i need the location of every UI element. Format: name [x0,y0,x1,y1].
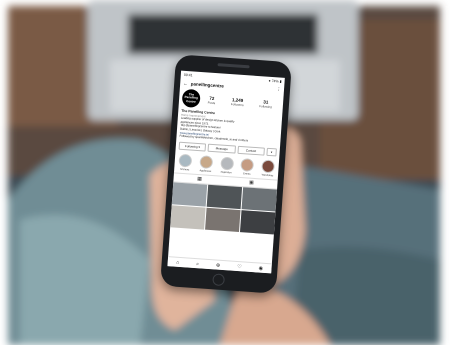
highlight-label: Kitchens [180,167,190,172]
speaker-grille [217,63,250,69]
stat-following[interactable]: 31 Following [259,99,272,109]
post-thumbnail[interactable] [171,182,208,207]
post-thumbnail[interactable] [239,209,276,235]
following-button[interactable]: Following ▾ [178,141,207,152]
highlight-events[interactable]: Events [239,157,255,176]
stat-label: Posts [207,100,216,105]
battery-icon: ● 74% ▮ [268,78,282,84]
post-thumbnail[interactable] [206,184,243,209]
highlight-cover [240,157,255,172]
post-grid [170,182,278,235]
highlight-label: Inspiration [220,170,232,175]
photo-scene: 09:41 ● 74% ▮ ← panellingcentre ⋮ The Pa… [0,0,450,345]
post-thumbnail[interactable] [170,205,206,230]
heart-icon[interactable]: ♡ [237,264,242,270]
profile-icon[interactable]: ◉ [258,265,263,271]
post-thumbnail[interactable] [205,207,241,232]
highlight-cover [261,159,276,174]
avatar[interactable]: The Panelling Centre [181,88,201,108]
phone-screen: 09:41 ● 74% ▮ ← panellingcentre ⋮ The Pa… [167,70,285,274]
message-button[interactable]: Message [207,143,236,154]
stat-label: Following [259,103,273,109]
home-icon[interactable]: ⌂ [176,259,179,265]
status-time: 09:41 [183,72,193,78]
highlight-wardrobes[interactable]: Wardrobes [260,159,276,177]
more-icon[interactable]: ⋮ [276,86,281,92]
smartphone: 09:41 ● 74% ▮ ← panellingcentre ⋮ The Pa… [160,54,292,294]
highlight-kitchens[interactable]: Kitchens [177,153,193,171]
search-icon[interactable]: ⌕ [196,261,199,267]
post-thumbnail[interactable] [241,186,278,212]
highlight-label: Wardrobes [261,173,274,178]
highlight-cover [219,156,234,171]
stat-label: Followers [230,101,244,107]
stat-posts[interactable]: 72 Posts [207,95,216,105]
stat-followers[interactable]: 1,249 Followers [231,97,244,107]
highlight-label: Appliances [199,168,212,173]
back-arrow-icon[interactable]: ← [183,80,188,85]
grid-icon[interactable]: ▦ [197,176,202,182]
tagged-icon[interactable]: ▣ [249,179,254,185]
home-button[interactable] [212,273,226,287]
profile-stats: 72 Posts 1,249 Followers 31 Following [200,95,280,110]
contact-button[interactable]: Contact [237,145,265,156]
bottom-nav: ⌂ ⌕ ⊕ ♡ ◉ [167,256,272,274]
highlight-cover [178,153,193,168]
more-options-button[interactable]: ▾ [266,147,277,157]
highlight-inspiration[interactable]: Inspiration [219,156,235,174]
highlight-cover [199,154,213,169]
add-post-icon[interactable]: ⊕ [216,262,221,268]
highlight-label: Events [243,171,251,176]
highlight-appliances[interactable]: Appliances [198,154,214,173]
